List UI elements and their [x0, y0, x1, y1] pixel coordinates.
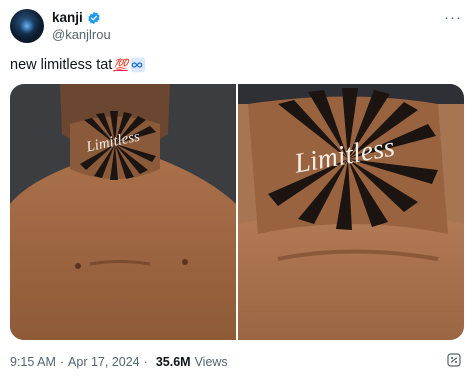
- verified-badge-icon: [88, 11, 100, 24]
- tattoo-photo-left[interactable]: Limitless: [10, 84, 236, 340]
- more-icon[interactable]: ···: [444, 9, 462, 26]
- views-label: Views: [194, 355, 228, 369]
- tattoo-photo-right[interactable]: Limitless: [238, 84, 464, 340]
- author-name-row[interactable]: kanji: [52, 10, 101, 25]
- avatar[interactable]: [10, 9, 44, 43]
- media-grid[interactable]: Limitless Limitless: [10, 84, 464, 340]
- views-count: 35.6M: [155, 355, 191, 369]
- grok-icon[interactable]: [446, 352, 462, 368]
- author-handle[interactable]: @kanjlrou: [52, 27, 111, 42]
- tweet-text-row: new limitless tat 💯: [10, 57, 146, 73]
- infinity-icon: [130, 57, 146, 73]
- tweet-text: new limitless tat: [10, 57, 113, 73]
- tweet-date[interactable]: Apr 17, 2024: [68, 355, 140, 369]
- tweet-meta: 9:15 AM · Apr 17, 2024 · 35.6M Views: [10, 355, 228, 369]
- tweet-time[interactable]: 9:15 AM: [10, 355, 56, 369]
- meta-separator-2: ·: [143, 355, 148, 369]
- hundred-points-emoji: 💯: [113, 58, 128, 72]
- author-name[interactable]: kanji: [52, 10, 83, 25]
- meta-separator: ·: [59, 355, 65, 369]
